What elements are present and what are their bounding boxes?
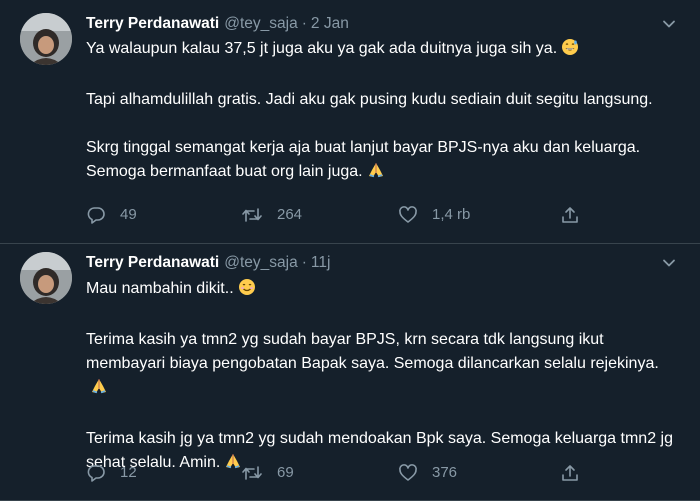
tweet-paragraph: Terima kasih ya tmn2 yg sudah bayar BPJS…	[86, 328, 680, 403]
like-count: 1,4 rb	[432, 206, 471, 223]
share-icon	[562, 207, 578, 223]
tweet-paragraph: Mau nambahin dikit..	[86, 277, 680, 304]
avatar[interactable]	[20, 252, 72, 304]
tweet-paragraph: Ya walaupun kalau 37,5 jt juga aku ya ga…	[86, 37, 680, 64]
tweet-paragraph: Skrg tinggal semangat kerja aja buat lan…	[86, 136, 680, 187]
like-button[interactable]: 1,4 rb	[398, 204, 470, 226]
author-name[interactable]: Terry Perdanawati	[86, 254, 219, 271]
chevron-down-icon[interactable]	[658, 13, 680, 35]
chevron-down-icon[interactable]	[658, 252, 680, 274]
reply-icon	[87, 207, 105, 224]
grinning-sweat-emoji	[561, 38, 579, 64]
smiling-face-emoji	[238, 278, 256, 304]
tweet-actions: 49 264 1,4 rb	[86, 204, 680, 226]
share-button[interactable]	[560, 204, 594, 226]
heart-icon	[399, 206, 417, 223]
tweet-date[interactable]: 11j	[311, 254, 331, 271]
tweet-header: Terry Perdanawati @tey_saja · 11j	[86, 252, 680, 274]
share-icon	[562, 465, 578, 481]
reply-icon	[87, 465, 105, 482]
retweet-icon	[242, 466, 262, 480]
retweet-icon	[242, 208, 262, 222]
tweet-date[interactable]: 2 Jan	[311, 15, 349, 32]
author-name[interactable]: Terry Perdanawati	[86, 15, 219, 32]
reply-count: 49	[120, 206, 137, 223]
tweet-paragraph: Tapi alhamdulillah gratis. Jadi aku gak …	[86, 91, 653, 108]
reply-button[interactable]: 49	[86, 204, 137, 226]
avatar[interactable]	[20, 13, 72, 65]
tweet[interactable]: Terry Perdanawati @tey_saja · 2 Jan Ya wala…	[0, 0, 700, 244]
like-count: 376	[432, 464, 458, 481]
tweet-header: Terry Perdanawati @tey_saja · 2 Jan	[86, 13, 680, 35]
author-handle[interactable]: @tey_saja	[224, 254, 297, 271]
tweet-text: Mau nambahin dikit.. Terima kasih ya tmn…	[86, 277, 680, 478]
retweet-count: 264	[277, 206, 303, 223]
retweet-count: 69	[277, 464, 294, 481]
folded-hands-emoji	[367, 161, 385, 187]
tweet-actions: 12 69 376	[86, 462, 680, 484]
share-button[interactable]	[560, 462, 594, 484]
tweet[interactable]: Terry Perdanawati @tey_saja · 11j Mau namba…	[0, 244, 700, 501]
heart-icon	[399, 464, 417, 481]
retweet-button[interactable]: 69	[241, 462, 294, 484]
author-handle[interactable]: @tey_saja	[224, 15, 297, 32]
reply-count: 12	[120, 464, 137, 481]
folded-hands-emoji	[90, 377, 108, 403]
retweet-button[interactable]: 264	[241, 204, 302, 226]
separator: ·	[301, 15, 307, 32]
tweet-text: Ya walaupun kalau 37,5 jt juga aku ya ga…	[86, 37, 680, 187]
separator: ·	[301, 254, 307, 271]
like-button[interactable]: 376	[398, 462, 457, 484]
reply-button[interactable]: 12	[86, 462, 137, 484]
